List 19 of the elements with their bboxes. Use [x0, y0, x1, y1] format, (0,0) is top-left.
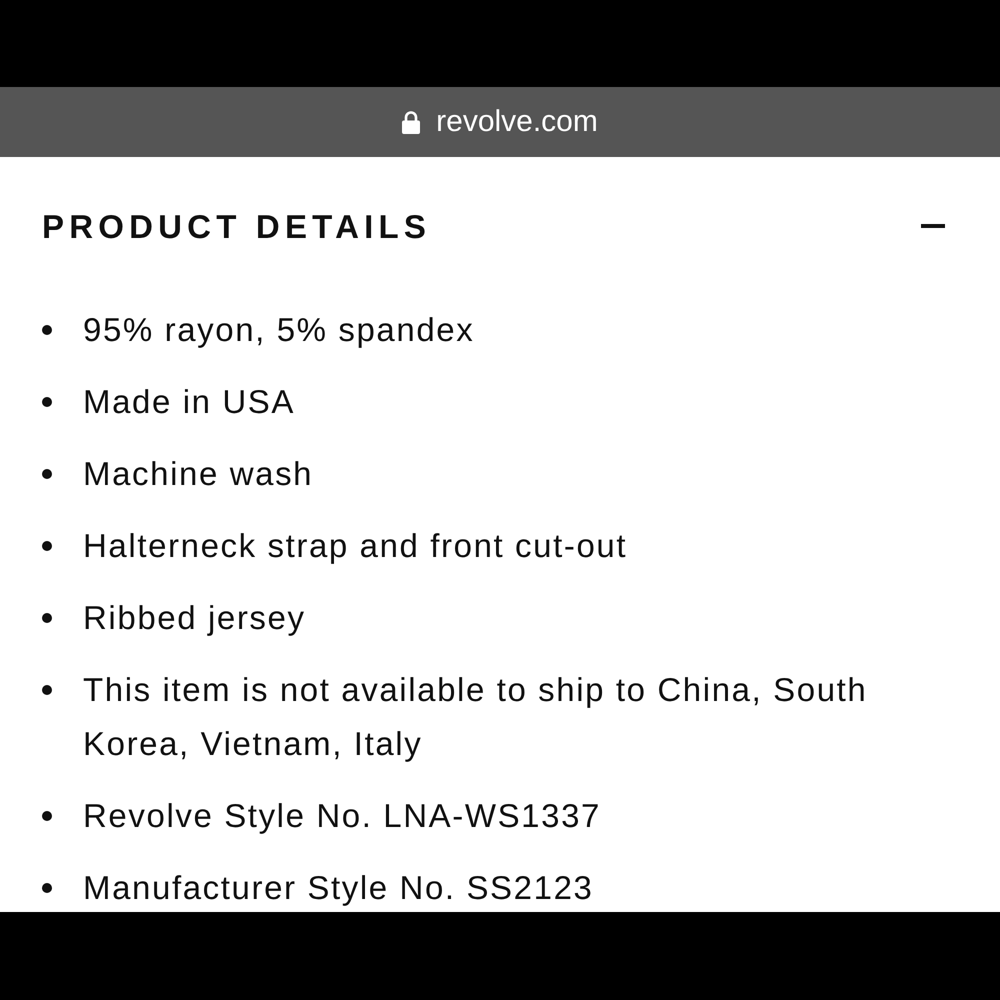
detail-text: Revolve Style No. LNA-WS1337 — [83, 796, 601, 836]
detail-text: Made in USA — [83, 382, 296, 422]
detail-text: Ribbed jersey — [83, 598, 306, 638]
bullet-icon — [42, 883, 52, 893]
bullet-icon — [42, 811, 52, 821]
bullet-icon — [42, 685, 52, 695]
detail-text: 95% rayon, 5% spandex — [83, 310, 474, 350]
detail-text: This item is not available to ship to China, South Korea, Vietnam, Italy — [83, 670, 868, 764]
url-text: revolve.com — [436, 107, 598, 137]
bullet-icon — [42, 397, 52, 407]
collapse-icon[interactable] — [921, 224, 945, 228]
bullet-icon — [42, 541, 52, 551]
bullet-icon — [42, 469, 52, 479]
bullet-icon — [42, 613, 52, 623]
section-title: PRODUCT DETAILS — [42, 210, 432, 242]
detail-text: Halterneck strap and front cut-out — [83, 526, 628, 566]
bullet-icon — [42, 325, 52, 335]
detail-text: Manufacturer Style No. SS2123 — [83, 868, 594, 908]
detail-text: Machine wash — [83, 454, 314, 494]
